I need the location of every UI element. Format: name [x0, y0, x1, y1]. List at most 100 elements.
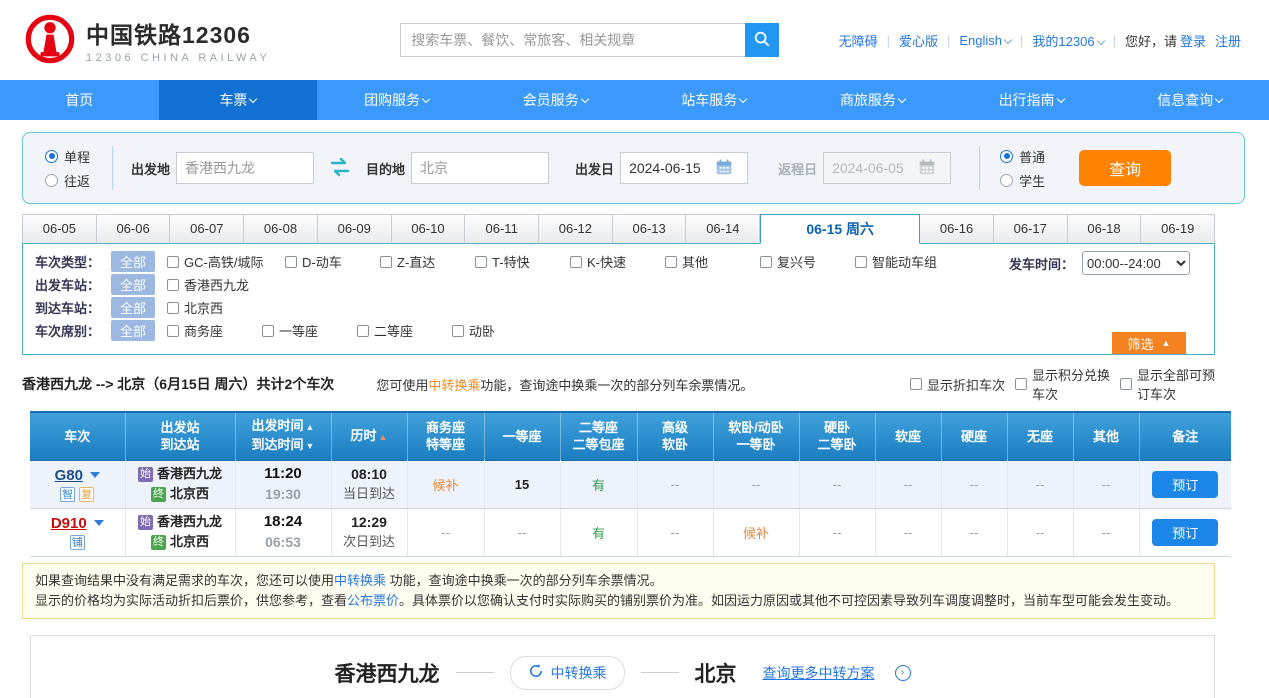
sort-arrow-icon[interactable]: ▼: [306, 441, 315, 451]
date-tab-06-08[interactable]: 06-08: [244, 214, 318, 244]
query-submit-button[interactable]: 查询: [1079, 150, 1171, 186]
more-transfer-plans-link[interactable]: 查询更多中转方案: [763, 663, 875, 683]
column-header[interactable]: 软座: [875, 412, 941, 460]
date-tab-06-17[interactable]: 06-17: [994, 214, 1068, 244]
published-fares-link[interactable]: 公布票价: [347, 593, 399, 608]
filter-all-badge[interactable]: 全部: [111, 297, 155, 318]
checkbox-icon[interactable]: [910, 378, 922, 390]
nav-item-tickets[interactable]: 车票: [159, 80, 318, 120]
date-tab-06-07[interactable]: 06-07: [170, 214, 244, 244]
checkbox-icon[interactable]: [285, 256, 297, 268]
column-header[interactable]: 车次: [30, 412, 125, 460]
filter-option[interactable]: GC-高铁/城际: [167, 252, 285, 271]
column-header[interactable]: 出发站到达站: [125, 412, 235, 460]
filter-option[interactable]: 动卧: [452, 321, 547, 340]
checkbox-icon[interactable]: [452, 325, 464, 337]
filter-all-badge[interactable]: 全部: [111, 320, 155, 341]
accessible-link[interactable]: 无障碍: [839, 31, 878, 50]
from-input[interactable]: [185, 160, 305, 176]
filter-option[interactable]: 智能动车组: [855, 252, 950, 271]
register-link[interactable]: 注册: [1215, 31, 1241, 50]
column-header[interactable]: 出发时间▲到达时间▼: [235, 412, 331, 460]
chevron-down-icon[interactable]: [90, 472, 100, 483]
sort-arrow-icon[interactable]: ▲: [379, 432, 388, 442]
transfer-link[interactable]: 中转换乘: [334, 573, 386, 588]
filter-all-badge[interactable]: 全部: [111, 274, 155, 295]
seat-availability-cell[interactable]: 候补: [407, 460, 484, 508]
radio-icon[interactable]: [45, 174, 58, 187]
column-header[interactable]: 其他: [1073, 412, 1139, 460]
date-tab-06-18[interactable]: 06-18: [1068, 214, 1142, 244]
transfer-pill-button[interactable]: 中转换乘: [510, 656, 625, 690]
checkbox-icon[interactable]: [475, 256, 487, 268]
filter-option[interactable]: 北京西: [167, 298, 262, 317]
filter-option[interactable]: 一等座: [262, 321, 357, 340]
checkbox-icon[interactable]: [570, 256, 582, 268]
filter-option[interactable]: 香港西九龙: [167, 275, 262, 294]
english-link[interactable]: English: [959, 33, 1011, 48]
train-code-link[interactable]: D910: [51, 515, 87, 532]
filter-option[interactable]: K-快速: [570, 252, 665, 271]
nav-item-info-query[interactable]: 信息查询: [1110, 80, 1269, 120]
depart-time-select[interactable]: 00:00--24:00: [1082, 251, 1190, 275]
nav-item-station-service[interactable]: 站车服务: [635, 80, 794, 120]
nav-item-group-service[interactable]: 团购服务: [317, 80, 476, 120]
column-header[interactable]: 软卧/动卧一等卧: [713, 412, 799, 460]
passenger-normal-option[interactable]: 普通: [1000, 147, 1045, 166]
date-tab-06-10[interactable]: 06-10: [392, 214, 466, 244]
checkbox-icon[interactable]: [167, 256, 179, 268]
sort-arrow-icon[interactable]: ▲: [306, 422, 315, 432]
book-button[interactable]: 预订: [1152, 471, 1218, 498]
nav-item-travel-guide[interactable]: 出行指南: [952, 80, 1111, 120]
filter-option[interactable]: 其他: [665, 252, 760, 271]
calendar-icon[interactable]: [715, 158, 733, 179]
checkbox-icon[interactable]: [167, 279, 179, 291]
checkbox-icon[interactable]: [665, 256, 677, 268]
checkbox-icon[interactable]: [357, 325, 369, 337]
filter-option[interactable]: 复兴号: [760, 252, 855, 271]
column-header[interactable]: 备注: [1139, 412, 1231, 460]
display-filter-checkbox[interactable]: 显示全部可预订车次: [1120, 365, 1215, 403]
chevron-down-icon[interactable]: [94, 520, 104, 531]
site-logo[interactable]: 中国铁路12306 12306 CHINA RAILWAY: [24, 13, 270, 68]
passenger-student-option[interactable]: 学生: [1000, 171, 1045, 190]
to-input[interactable]: [420, 160, 540, 176]
checkbox-icon[interactable]: [760, 256, 772, 268]
filter-option[interactable]: Z-直达: [380, 252, 475, 271]
care-version-link[interactable]: 爱心版: [899, 31, 938, 50]
checkbox-icon[interactable]: [167, 325, 179, 337]
checkbox-icon[interactable]: [167, 302, 179, 314]
trip-roundtrip-option[interactable]: 往返: [45, 171, 90, 190]
checkbox-icon[interactable]: [1015, 378, 1027, 390]
display-filter-checkbox[interactable]: 显示折扣车次: [910, 365, 1005, 403]
date-tab-06-12[interactable]: 06-12: [539, 214, 613, 244]
column-header[interactable]: 二等座二等包座: [560, 412, 637, 460]
seat-availability-cell[interactable]: 候补: [713, 508, 799, 556]
circle-arrow-right-icon[interactable]: ›: [895, 665, 911, 681]
date-tab-06-05[interactable]: 06-05: [22, 214, 97, 244]
display-filter-checkbox[interactable]: 显示积分兑换车次: [1015, 365, 1110, 403]
seat-availability-cell[interactable]: 有: [560, 508, 637, 556]
filter-option[interactable]: 二等座: [357, 321, 452, 340]
date-tab-06-06[interactable]: 06-06: [97, 214, 171, 244]
checkbox-icon[interactable]: [380, 256, 392, 268]
column-header[interactable]: 商务座特等座: [407, 412, 484, 460]
checkbox-icon[interactable]: [262, 325, 274, 337]
column-header[interactable]: 硬卧二等卧: [799, 412, 875, 460]
filter-all-badge[interactable]: 全部: [111, 251, 155, 272]
checkbox-icon[interactable]: [855, 256, 867, 268]
radio-icon[interactable]: [1000, 174, 1013, 187]
search-button[interactable]: [745, 23, 779, 57]
filter-option[interactable]: T-特快: [475, 252, 570, 271]
date-tab-06-13[interactable]: 06-13: [613, 214, 687, 244]
radio-selected-icon[interactable]: [1000, 150, 1013, 163]
nav-item-business-travel[interactable]: 商旅服务: [793, 80, 952, 120]
date-tab-06-11[interactable]: 06-11: [465, 214, 539, 244]
seat-availability-cell[interactable]: 有: [560, 460, 637, 508]
column-header[interactable]: 硬座: [941, 412, 1007, 460]
seat-availability-cell[interactable]: 15: [484, 460, 560, 508]
date-tab-06-16[interactable]: 06-16: [920, 214, 994, 244]
my12306-menu[interactable]: 我的12306: [1032, 31, 1103, 50]
date-tab-06-09[interactable]: 06-09: [318, 214, 392, 244]
filter-option[interactable]: D-动车: [285, 252, 380, 271]
